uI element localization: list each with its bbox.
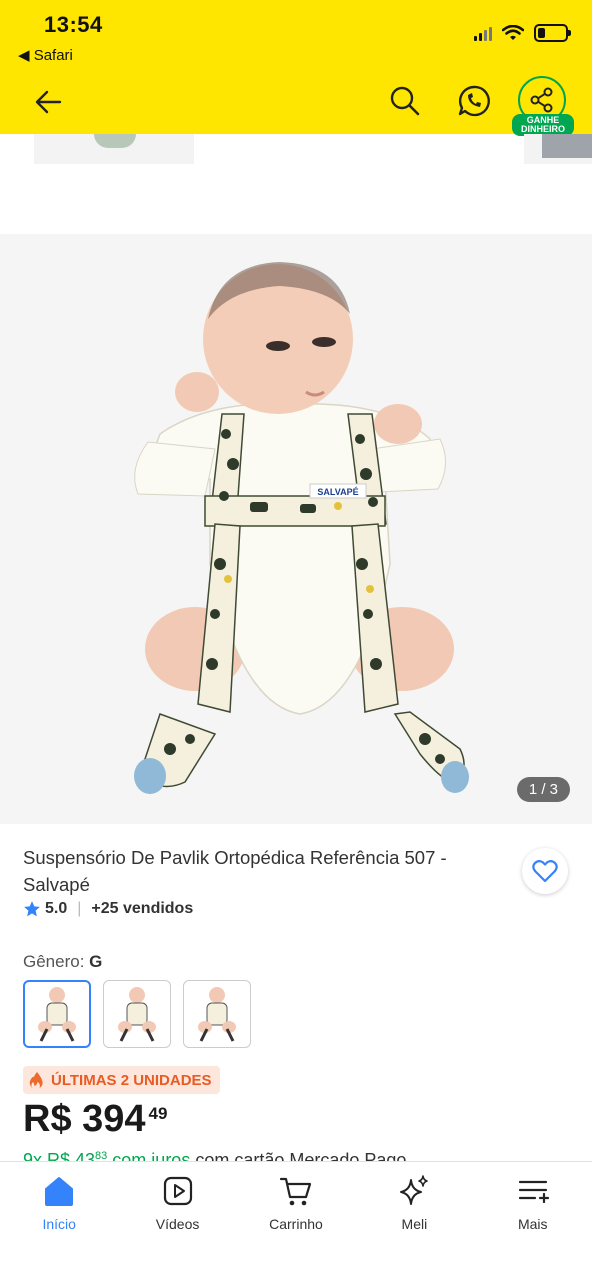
related-thumb-right[interactable] xyxy=(524,134,592,164)
rating-row[interactable]: 5.0 | +25 vendidos xyxy=(23,900,193,918)
video-icon xyxy=(163,1176,192,1206)
nav-meli[interactable]: Meli xyxy=(355,1162,473,1280)
nav-label: Mais xyxy=(517,1216,548,1232)
back-to-safari[interactable]: ◀ Safari xyxy=(18,46,73,64)
thumb-shape xyxy=(94,134,136,148)
rating-score: 5.0 xyxy=(45,900,68,917)
search-icon[interactable] xyxy=(388,84,422,118)
price: R$ 394 49 xyxy=(23,1098,167,1141)
urgency-text: ÚLTIMAS 2 UNIDADES xyxy=(51,1071,212,1089)
share-earn-badge: GANHE DINHEIRO xyxy=(512,114,574,136)
status-time: 13:54 xyxy=(44,12,103,37)
wifi-icon xyxy=(502,25,524,40)
nav-inicio[interactable]: Início xyxy=(0,1162,118,1280)
variant-option-1[interactable] xyxy=(23,980,91,1048)
home-icon xyxy=(45,1177,74,1206)
related-strip xyxy=(0,134,592,234)
menu-icon xyxy=(518,1180,549,1204)
price-main: R$ 394 xyxy=(23,1098,146,1140)
nav-videos[interactable]: Vídeos xyxy=(118,1162,236,1280)
nav-label: Vídeos xyxy=(155,1216,200,1232)
cart-icon xyxy=(279,1177,312,1206)
product-title: Suspensório De Pavlik Ortopédica Referên… xyxy=(23,847,447,895)
sold-count: +25 vendidos xyxy=(91,900,194,917)
thumb-shape xyxy=(542,134,592,158)
heart-icon xyxy=(532,860,558,883)
share-icon xyxy=(530,87,553,113)
nav-label: Início xyxy=(42,1216,76,1232)
urgency-badge: ÚLTIMAS 2 UNIDADES xyxy=(23,1066,220,1094)
genre-label: Gênero: G xyxy=(23,952,102,972)
flame-icon xyxy=(29,1072,43,1088)
product-gallery[interactable]: SALVAPÉ 1 / 3 xyxy=(0,234,592,824)
bottom-nav: Início Vídeos Carrinho Meli Mais xyxy=(0,1161,592,1280)
share-earn-button[interactable]: GANHE DINHEIRO xyxy=(512,76,574,136)
status-icons xyxy=(474,24,571,42)
signal-icon xyxy=(474,25,492,41)
related-thumb-left[interactable] xyxy=(34,134,194,164)
favorite-button[interactable] xyxy=(522,848,568,894)
genre-value: G xyxy=(89,952,103,971)
brand-label: SALVAPÉ xyxy=(317,487,358,497)
price-cents: 49 xyxy=(148,1104,168,1123)
variant-thumbnail xyxy=(118,987,156,1042)
variant-option-3[interactable] xyxy=(183,980,251,1048)
header-bar: 13:54 ◀ Safari GANHE DINHEIRO xyxy=(0,0,592,136)
variant-picker xyxy=(23,980,251,1048)
nav-label: Meli xyxy=(401,1216,428,1232)
whatsapp-share-icon[interactable] xyxy=(456,83,492,119)
variant-thumbnail xyxy=(198,987,236,1042)
nav-mais[interactable]: Mais xyxy=(474,1162,592,1280)
star-icon xyxy=(24,901,40,917)
variant-option-2[interactable] xyxy=(103,980,171,1048)
genre-key: Gênero: xyxy=(23,952,85,971)
divider: | xyxy=(77,900,82,917)
sparkle-icon xyxy=(400,1175,429,1205)
product-image: SALVAPÉ xyxy=(134,262,469,794)
back-arrow-icon[interactable] xyxy=(30,84,66,120)
battery-icon xyxy=(534,24,571,42)
nav-label: Carrinho xyxy=(269,1216,323,1232)
variant-thumbnail xyxy=(38,987,76,1042)
nav-carrinho[interactable]: Carrinho xyxy=(237,1162,355,1280)
image-counter: 1 / 3 xyxy=(516,777,570,802)
